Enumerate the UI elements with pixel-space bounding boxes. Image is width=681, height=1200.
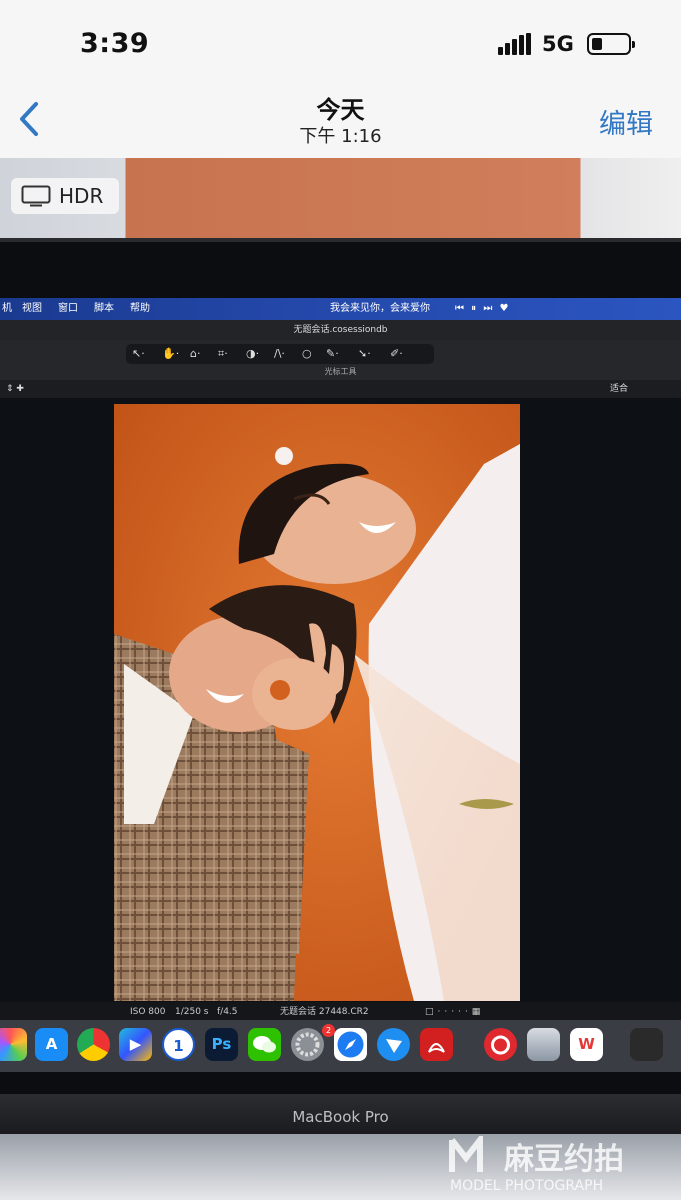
crop-tool-icon: ⌂· bbox=[190, 347, 201, 360]
edit-button[interactable]: 编辑 bbox=[599, 102, 653, 141]
viewer-bar: ⇕ ✚ 适合 bbox=[0, 380, 681, 398]
app-store-icon[interactable]: A bbox=[35, 1028, 68, 1061]
now-playing-text: 我会来见你，会来爱你 bbox=[330, 303, 430, 314]
preview-icon[interactable] bbox=[527, 1028, 560, 1061]
brush-tool-icon: ✎· bbox=[326, 347, 339, 360]
status-time: 3:39 bbox=[80, 28, 150, 59]
laptop-bezel: 机 视图 窗口 脚本 帮助 我会来见你，会来爱你 ⏮ ⏸ ⏭ ♥ 无题会话.co… bbox=[0, 238, 681, 1098]
portrait-photo bbox=[114, 404, 520, 1001]
photo-viewer[interactable]: HDR 机 视图 窗口 脚本 帮助 我会来见你，会来爱你 ⏮ ⏸ ⏭ ♥ 无题会… bbox=[0, 158, 681, 1200]
photo-booth-icon[interactable] bbox=[630, 1028, 663, 1061]
menu-item-view: 视图 bbox=[22, 303, 42, 314]
viewer-controls: ⇕ ✚ bbox=[6, 384, 24, 394]
image-info-bar: ISO 800 1/250 s f/4.5 无题会话 27448.CR2 □··… bbox=[0, 1002, 681, 1022]
1password-icon[interactable]: 1 bbox=[162, 1028, 195, 1061]
watermark-logo: 麻豆约拍 MODEL PHOTOGRAPH bbox=[448, 1131, 674, 1194]
nav-bar: 今天 下午 1:16 编辑 bbox=[0, 88, 681, 158]
status-bar: 3:39 5G bbox=[0, 0, 681, 88]
acrobat-icon[interactable] bbox=[420, 1028, 453, 1061]
battery-icon bbox=[587, 33, 635, 55]
keystone-tool-icon: /\· bbox=[274, 347, 285, 360]
menu-item-machine: 机 bbox=[2, 303, 12, 314]
mac-dock: A ▶ 1 Ps 2 W bbox=[0, 1020, 681, 1072]
wps-icon[interactable]: W bbox=[570, 1028, 603, 1061]
page-title: 今天 bbox=[316, 96, 365, 124]
shutter-value: 1/250 s bbox=[175, 1007, 209, 1017]
tv-icon bbox=[21, 185, 51, 207]
page-subtitle: 下午 1:16 bbox=[299, 126, 382, 147]
window-title: 无题会话.cosessiondb bbox=[0, 320, 681, 340]
system-settings-icon[interactable] bbox=[291, 1028, 324, 1061]
hdr-label: HDR bbox=[59, 184, 104, 208]
iso-value: ISO 800 bbox=[130, 1007, 166, 1017]
view-mode-icons: □·····▦ bbox=[425, 1007, 485, 1017]
feishu-icon[interactable] bbox=[377, 1028, 410, 1061]
annotate-tool-icon: ✐· bbox=[390, 347, 403, 360]
mask-tool-icon: ○ bbox=[302, 347, 312, 360]
photoshop-icon[interactable]: Ps bbox=[205, 1028, 238, 1061]
mac-menubar: 机 视图 窗口 脚本 帮助 我会来见你，会来爱你 ⏮ ⏸ ⏭ ♥ bbox=[0, 298, 681, 320]
menu-item-help: 帮助 bbox=[130, 303, 150, 314]
pan-tool-icon: ✋· bbox=[162, 347, 180, 360]
filename: 无题会话 27448.CR2 bbox=[280, 1007, 369, 1017]
wechat-icon[interactable] bbox=[248, 1028, 281, 1061]
aperture-value: f/4.5 bbox=[217, 1007, 238, 1017]
laptop-model-label: MacBook Pro bbox=[292, 1108, 389, 1126]
netease-music-icon[interactable] bbox=[484, 1028, 517, 1061]
watermark-subtitle: MODEL PHOTOGRAPH bbox=[450, 1178, 603, 1194]
chrome-icon[interactable] bbox=[77, 1028, 110, 1061]
app-toolbar: ↖· ✋· ⌂· ⌗· ◑· /\· ○ ✎· ➘· ✐· 光标工具 bbox=[0, 340, 681, 380]
portrait-illustration bbox=[114, 404, 520, 1001]
laptop-screen: 机 视图 窗口 脚本 帮助 我会来见你，会来爱你 ⏮ ⏸ ⏭ ♥ 无题会话.co… bbox=[0, 298, 681, 1072]
network-type: 5G bbox=[542, 32, 574, 56]
tool-strip: ↖· ✋· ⌂· ⌗· ◑· /\· ○ ✎· ➘· ✐· bbox=[126, 344, 434, 364]
rotate-tool-icon: ◑· bbox=[246, 347, 260, 360]
picker-tool-icon: ➘· bbox=[358, 347, 371, 360]
cellular-signal-icon bbox=[498, 33, 532, 55]
cursor-tool-icon: ↖· bbox=[132, 347, 145, 360]
menu-item-script: 脚本 bbox=[94, 303, 114, 314]
watermark-brand: 麻豆约拍 bbox=[504, 1142, 624, 1177]
straighten-tool-icon: ⌗· bbox=[218, 347, 228, 360]
media-controls: ⏮ ⏸ ⏭ ♥ bbox=[455, 303, 511, 314]
tool-caption: 光标工具 bbox=[324, 367, 357, 376]
fit-label: 适合 bbox=[610, 384, 629, 394]
photos-icon[interactable] bbox=[0, 1028, 27, 1061]
menu-item-window: 窗口 bbox=[58, 303, 78, 314]
hdr-badge[interactable]: HDR bbox=[11, 178, 119, 214]
image-viewer bbox=[0, 398, 681, 1018]
safari-icon[interactable] bbox=[334, 1028, 367, 1061]
video-player-icon[interactable]: ▶ bbox=[119, 1028, 152, 1061]
